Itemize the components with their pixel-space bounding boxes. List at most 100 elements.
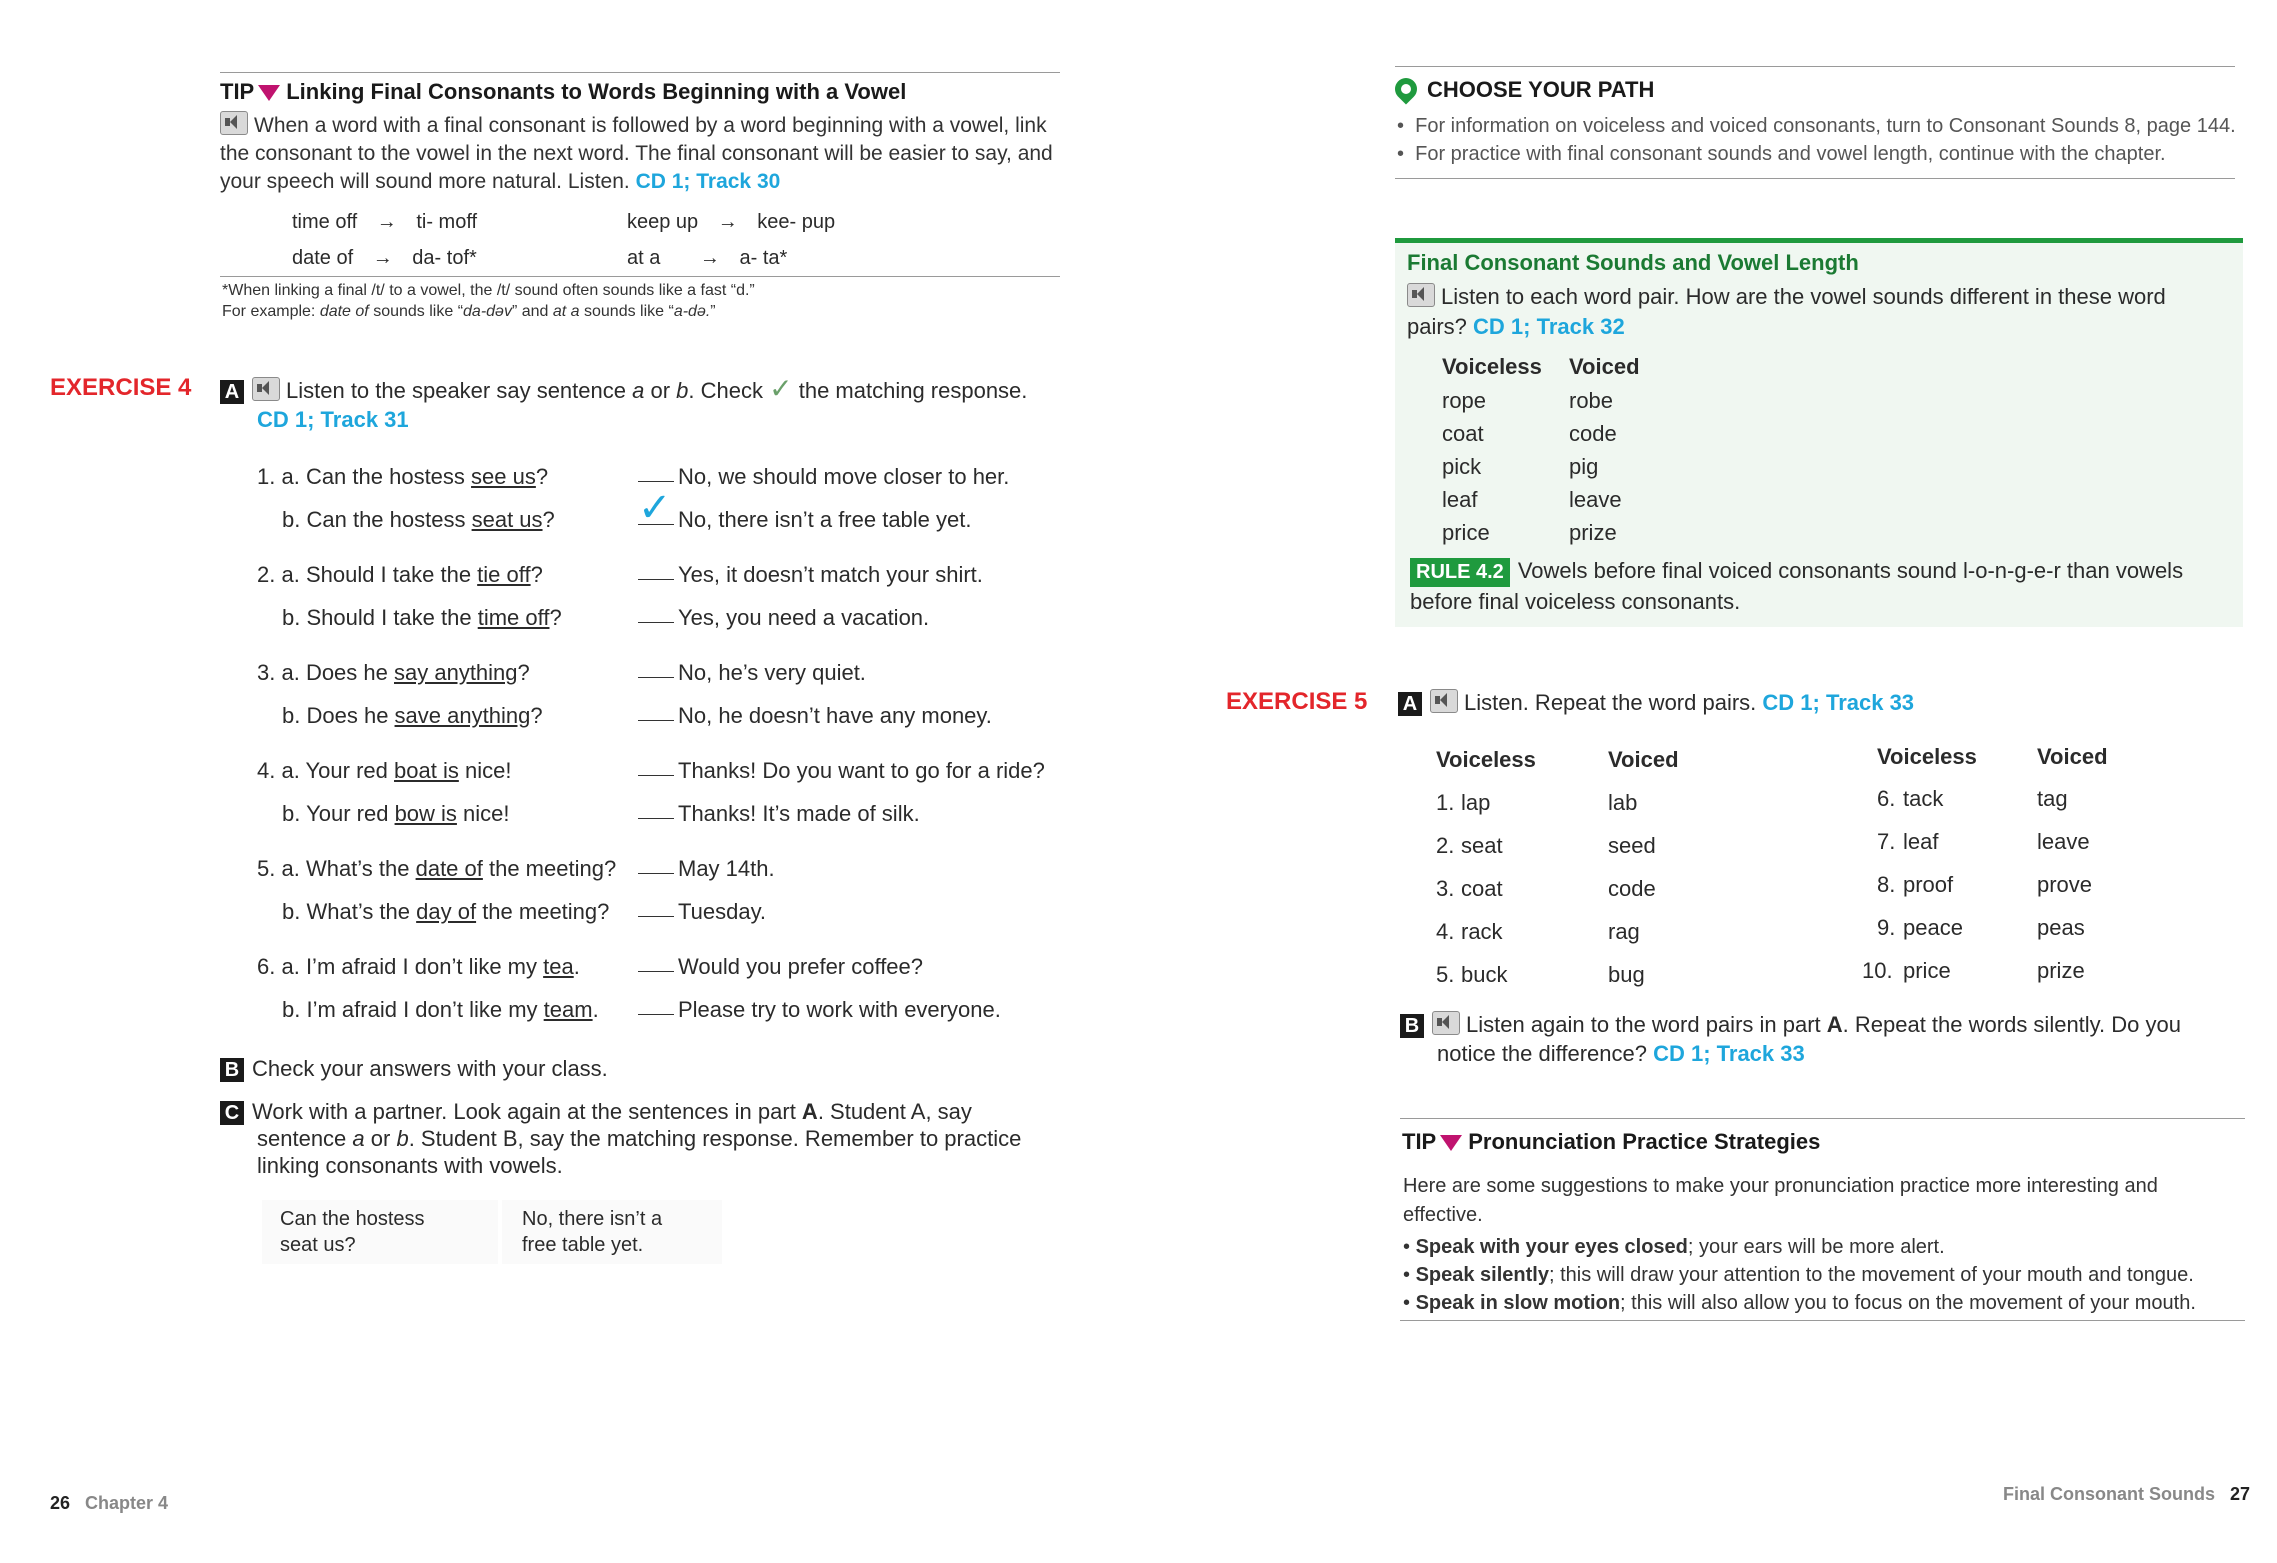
exercise-4-sentence: 3. a. Does he say anything? [257,660,530,685]
rule-box-title: Final Consonant Sounds and Vowel Length [1407,250,1859,275]
rule-pair-voiced: robe [1569,388,1614,413]
path-link-consonants[interactable]: For information on voiceless and voiced … [1415,115,2236,137]
answer-blank[interactable] [638,579,674,580]
tip-example-2: keep up → kee- pup [627,208,835,236]
answer-blank[interactable] [638,916,674,917]
tip-track: CD 1; Track 30 [635,170,781,193]
audio-speaker-icon[interactable] [1430,689,1458,713]
tip-body: When a word with a final consonant is fo… [220,111,1060,196]
exercise-4-response[interactable]: Yes, you need a vacation. [638,603,929,633]
rule-pair-voiced: pig [1569,454,1599,479]
answer-blank[interactable] [638,622,674,623]
exercise-4-sentence: 4. a. Your red boat is nice! [257,758,512,783]
tip-body-line-3: your speech will sound more natural. Lis… [220,170,630,193]
exercise-4-response[interactable]: May 14th. [638,854,775,884]
exercise-5-part-a: A Listen. Repeat the word pairs. CD 1; Tr… [1398,688,1914,718]
triangle-down-icon [258,85,281,102]
rule-pair-voiced: leave [1569,487,1622,512]
rule-4-2: RULE 4.2 Vowels before final voiced conso… [1410,558,2184,614]
col-voiced-header: Voiced [1569,354,1640,379]
word-pair-number: 2. [1436,833,1455,858]
arrow-icon: → [372,247,393,269]
tip-example-3: date of → da- tof* [292,244,477,272]
audio-speaker-icon[interactable] [1407,283,1435,307]
word-voiceless: rack [1461,919,1503,944]
rule-pair-voiceless: leaf [1442,487,1478,512]
audio-speaker-icon[interactable] [252,377,280,401]
arrow-icon: → [699,247,720,269]
word-voiceless: price [1903,958,1951,983]
part-a-badge: A [1398,692,1422,716]
word-voiced: lab [1608,790,1638,815]
word-voiced: rag [1608,919,1640,944]
exercise-4-response[interactable]: Would you prefer coffee? [638,952,923,982]
left-footer: 26 Chapter 4 [50,1493,168,1514]
answer-blank[interactable] [638,1014,674,1015]
example-result: a- ta* [739,247,788,269]
ex5-col-voiceless-right: Voiceless [1877,744,1977,769]
exercise-4-response[interactable]: Please try to work with everyone. [638,995,1001,1025]
exercise-4-response[interactable]: Yes, it doesn’t match your shirt. [638,560,983,590]
answer-blank[interactable] [638,818,674,819]
word-voiceless: coat [1461,876,1503,901]
path-link-chapter[interactable]: For practice with final consonant sounds… [1415,143,2165,165]
example-phrase: keep up [627,211,699,233]
exercise-4-response[interactable]: No, he’s very quiet. [638,658,866,688]
word-voiced: leave [2037,829,2090,854]
path-top-rule [1395,66,2235,67]
word-voiceless: lap [1461,790,1491,815]
exercise-4-response[interactable]: No, there isn’t a free table yet. [638,505,972,535]
exercise-4-response[interactable]: Thanks! Do you want to go for a ride? [638,756,1045,786]
word-voiceless: leaf [1903,829,1939,854]
exercise-4-sentence: b. Can the hostess seat us? [282,507,555,532]
tip-note-line-2: For example: date of sounds like “da-dəv… [222,303,716,320]
answer-blank[interactable] [638,677,674,678]
audio-speaker-icon[interactable] [1432,1011,1460,1035]
exercise-4-sentence: b. What’s the day of the meeting? [282,899,610,924]
ex5-col-voiceless-left: Voiceless [1436,747,1536,772]
answer-blank[interactable] [638,873,674,874]
word-pair-number: 8. [1877,872,1896,897]
path-bullets: • For information on voiceless and voice… [1397,115,2236,165]
tip2-label: TIP [1402,1129,1437,1154]
exercise-4-response[interactable]: No, we should move closer to her. [638,462,1009,492]
path-title: CHOOSE YOUR PATH [1427,77,1655,102]
exercise-4-part-a: A Listen to the speaker say sentence a or… [220,374,1027,406]
word-voiceless: proof [1903,872,1954,897]
part-c-badge: C [220,1101,244,1125]
tip-note-line-1: *When linking a final /t/ to a vowel, th… [222,282,755,299]
arrow-icon: → [376,211,397,233]
exercise-4-part-c: C Work with a partner. Look again at the … [220,1098,1021,1179]
exercise-4-response[interactable]: Tuesday. [638,897,766,927]
word-voiced: code [1608,876,1656,901]
rule-pair-voiceless: coat [1442,421,1484,446]
answer-blank[interactable] [638,775,674,776]
answer-blank[interactable] [638,720,674,721]
part-a-badge: A [220,380,244,404]
answer-blank[interactable] [638,481,674,482]
tip2-heading: TIP Pronunciation Practice Strategies [1402,1126,1820,1158]
word-voiceless: peace [1903,915,1963,940]
exercise-4-response[interactable]: Thanks! It’s made of silk. [638,799,920,829]
exercise-4-sentence: 6. a. I’m afraid I don’t like my tea. [257,954,580,979]
exercise-5-label: EXERCISE 5 [1226,688,1368,715]
exercise-4-response[interactable]: No, he doesn’t have any money. [638,701,992,731]
exercise-5-track: CD 1; Track 33 [1762,690,1915,715]
answer-blank[interactable] [638,971,674,972]
location-pin-icon [1390,73,1422,105]
exercise-4-sentence: 5. a. What’s the date of the meeting? [257,856,617,881]
word-voiced: tag [2037,786,2068,811]
rule-pair-voiceless: price [1442,520,1490,545]
tip-top-rule [220,72,1060,73]
exercise-4-label: EXERCISE 4 [50,374,192,401]
ex5-col-voiced-left: Voiced [1608,747,1679,772]
audio-speaker-icon[interactable] [220,111,248,135]
ex5-col-voiced-right: Voiced [2037,744,2108,769]
rule-pair-voiced: code [1569,421,1617,446]
tip2-list-item: • Speak silently; this will draw your at… [1403,1264,2194,1286]
page-number: 27 [2230,1484,2251,1504]
word-pair-number: 4. [1436,919,1455,944]
word-pair-number: 3. [1436,876,1455,901]
word-pair-number: 5. [1436,962,1455,987]
chapter-label: Chapter 4 [85,1493,169,1513]
